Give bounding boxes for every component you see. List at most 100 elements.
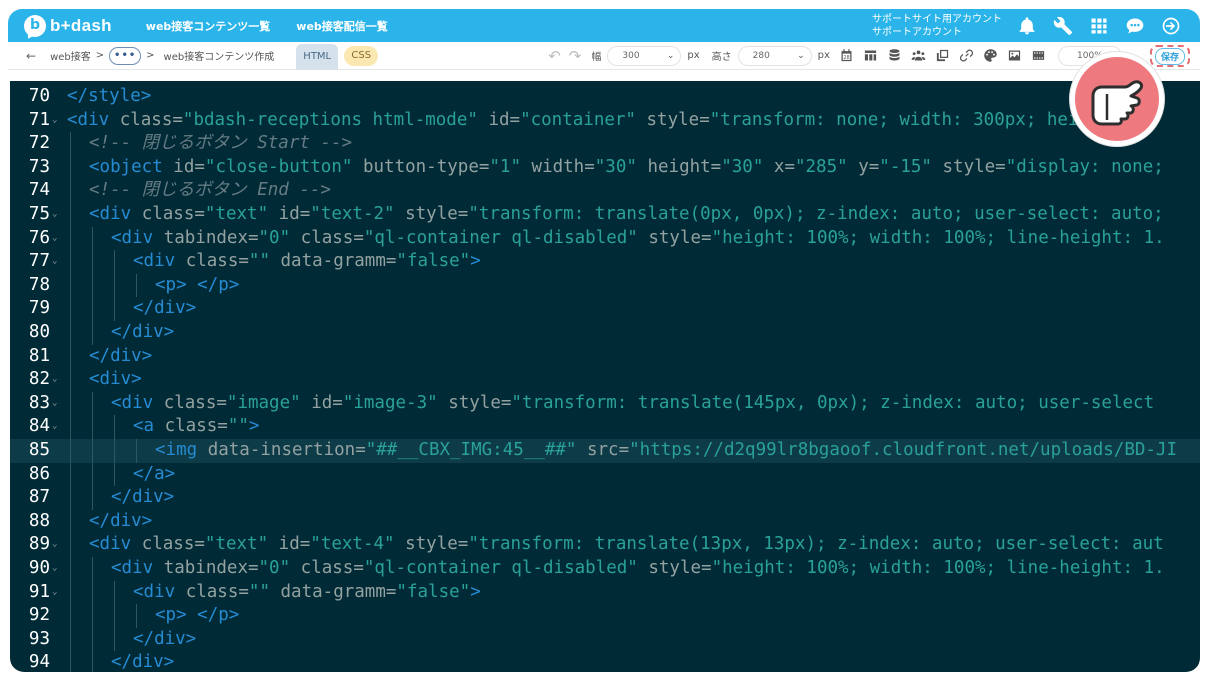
wrench-icon[interactable] (1050, 13, 1076, 39)
database-icon[interactable] (886, 47, 904, 65)
code-line[interactable]: 73 <object id="close-button" button-type=… (10, 155, 1200, 180)
chat-icon[interactable] (1122, 13, 1148, 39)
support-account[interactable]: サポートサイト用アカウント サポートアカウント (872, 13, 1002, 39)
bell-icon[interactable] (1014, 13, 1040, 39)
indent-guide (70, 321, 71, 345)
code-line[interactable]: 81 </div> (10, 344, 1200, 369)
code-line[interactable]: 82 ⌄ <div> (10, 368, 1200, 392)
logo[interactable]: b b+dash (24, 9, 112, 42)
fold-arrow-icon[interactable]: ⌄ (52, 203, 57, 227)
code-line[interactable]: 76 ⌄ <div tabindex="0" class="ql-container… (10, 226, 1200, 251)
indent-guide (92, 486, 93, 510)
code-line[interactable]: 78 <p> </p> (10, 273, 1200, 298)
back-arrow-icon[interactable]: ← (26, 49, 36, 63)
height-select[interactable]: 280 ⌄ (737, 45, 812, 66)
fold-arrow-icon[interactable]: ⌄ (52, 415, 57, 439)
fold-arrow-icon[interactable]: ⌄ (52, 227, 57, 251)
code-text: <p> </p> (155, 274, 240, 295)
tab-css[interactable]: CSS (344, 45, 379, 66)
video-icon[interactable] (1030, 47, 1048, 65)
layers-icon[interactable] (934, 47, 952, 65)
fold-arrow-icon[interactable]: ⌄ (52, 250, 57, 274)
width-label: 幅 (591, 52, 602, 63)
save-button[interactable]: 保存 (1150, 45, 1190, 67)
fold-arrow-icon[interactable]: ⌄ (52, 368, 57, 392)
indent-guide (70, 368, 71, 392)
breadcrumb-ellipsis-button[interactable]: ••• (109, 46, 142, 65)
line-number: 72 (28, 133, 50, 154)
nav-content-list[interactable]: web接客コンテンツ一覧 (146, 18, 271, 34)
code-text: <p> </p> (155, 605, 240, 626)
code-line[interactable]: 79 </div> (10, 297, 1200, 321)
fold-arrow-icon[interactable]: ⌄ (52, 581, 57, 605)
tab-html[interactable]: HTML (296, 43, 339, 70)
line-number: 86 (28, 463, 50, 484)
code-text: <a class=""> (133, 416, 260, 437)
logout-icon[interactable] (1158, 13, 1184, 39)
fold-arrow-icon[interactable]: ⌄ (52, 392, 57, 416)
code-text: <div class="" data-gramm="false"> (133, 581, 481, 602)
link-icon[interactable] (958, 47, 976, 65)
indent-guide (92, 604, 93, 628)
fold-arrow-icon[interactable]: ⌄ (52, 557, 57, 581)
code-line[interactable]: 83 ⌄ <div class="image" id="image-3" style… (10, 391, 1200, 416)
layout-icon[interactable] (862, 47, 880, 65)
nav-delivery-list[interactable]: web接客配信一覧 (296, 18, 388, 34)
line-number: 92 (28, 605, 50, 626)
users-icon[interactable] (910, 47, 928, 65)
code-line[interactable]: 87 </div> (10, 486, 1200, 510)
undo-icon[interactable]: ↶ (548, 47, 561, 65)
width-select[interactable]: 300 ⌄ (607, 45, 682, 66)
code-text: </div> (111, 487, 175, 508)
code-line[interactable]: 77 ⌄ <div class="" data-gramm="false"> (10, 250, 1200, 274)
indent-guide (114, 462, 115, 487)
indent-guide (70, 273, 71, 298)
code-line[interactable]: 72 <!-- 閉じるボタン Start --> (10, 132, 1200, 156)
code-line[interactable]: 75 ⌄ <div class="text" id="text-2" style="… (10, 203, 1200, 227)
breadcrumb-root[interactable]: web接客 (50, 48, 91, 63)
indent-guide (114, 415, 115, 439)
save-button-label: 保存 (1154, 47, 1185, 65)
redo-icon[interactable]: ↷ (569, 47, 582, 65)
indent-guide (70, 179, 71, 203)
palette-icon[interactable] (982, 47, 1000, 65)
code-editor[interactable]: 70 </style> 71 ⌄ <div class="bdash-reception… (10, 81, 1200, 672)
code-text: <div tabindex="0" class="ql-container ql… (111, 558, 1165, 578)
width-value: 300 (622, 50, 640, 61)
indent-guide (70, 155, 71, 180)
code-line[interactable]: 80 </div> (10, 321, 1200, 345)
code-text: <div class="" data-gramm="false"> (133, 251, 481, 272)
top-header: b b+dash web接客コンテンツ一覧 web接客配信一覧 サポートサイト用… (8, 9, 1200, 42)
code-line[interactable]: 70 </style> (10, 85, 1200, 109)
code-line[interactable]: 92 <p> </p> (10, 604, 1200, 628)
indent-guide (92, 273, 93, 298)
code-line[interactable]: 91 ⌄ <div class="" data-gramm="false"> (10, 580, 1200, 605)
code-line[interactable]: 94 </div> (10, 651, 1200, 672)
code-line[interactable]: 89 ⌄ <div class="text" id="text-4" style="… (10, 533, 1200, 557)
code-line[interactable]: 86 </a> (10, 462, 1200, 487)
indent-guide (92, 391, 93, 416)
grid-icon[interactable] (1086, 13, 1112, 39)
calendar-icon[interactable]: 28 (838, 47, 856, 65)
code-line[interactable]: 84 ⌄ <a class=""> (10, 415, 1200, 439)
fold-arrow-icon[interactable]: ⌄ (52, 533, 57, 557)
code-text: </div> (133, 298, 197, 319)
indent-guide (70, 439, 71, 463)
height-unit: px (817, 50, 830, 61)
line-number: 85 (28, 440, 50, 460)
code-text: <!-- 閉じるボタン End --> (89, 180, 331, 201)
indent-guide (70, 415, 71, 439)
code-text: </div> (89, 510, 153, 531)
code-line[interactable]: 71 ⌄ <div class="bdash-receptions html-mod… (10, 109, 1200, 133)
fold-arrow-icon[interactable]: ⌄ (52, 109, 57, 133)
indent-guide (92, 557, 93, 581)
code-line[interactable]: 85 <img data-insertion="##__CBX_IMG:45__#… (10, 439, 1200, 463)
code-line[interactable]: 74 <!-- 閉じるボタン End --> (10, 179, 1200, 203)
indent-guide (70, 391, 71, 416)
code-line[interactable]: 90 ⌄ <div tabindex="0" class="ql-container… (10, 557, 1200, 581)
line-number: 82 (28, 369, 50, 390)
code-line[interactable]: 93 </div> (10, 627, 1200, 652)
chevron-down-icon: ⌄ (666, 50, 675, 61)
image-icon[interactable] (1006, 47, 1024, 65)
code-line[interactable]: 88 </div> (10, 509, 1200, 534)
